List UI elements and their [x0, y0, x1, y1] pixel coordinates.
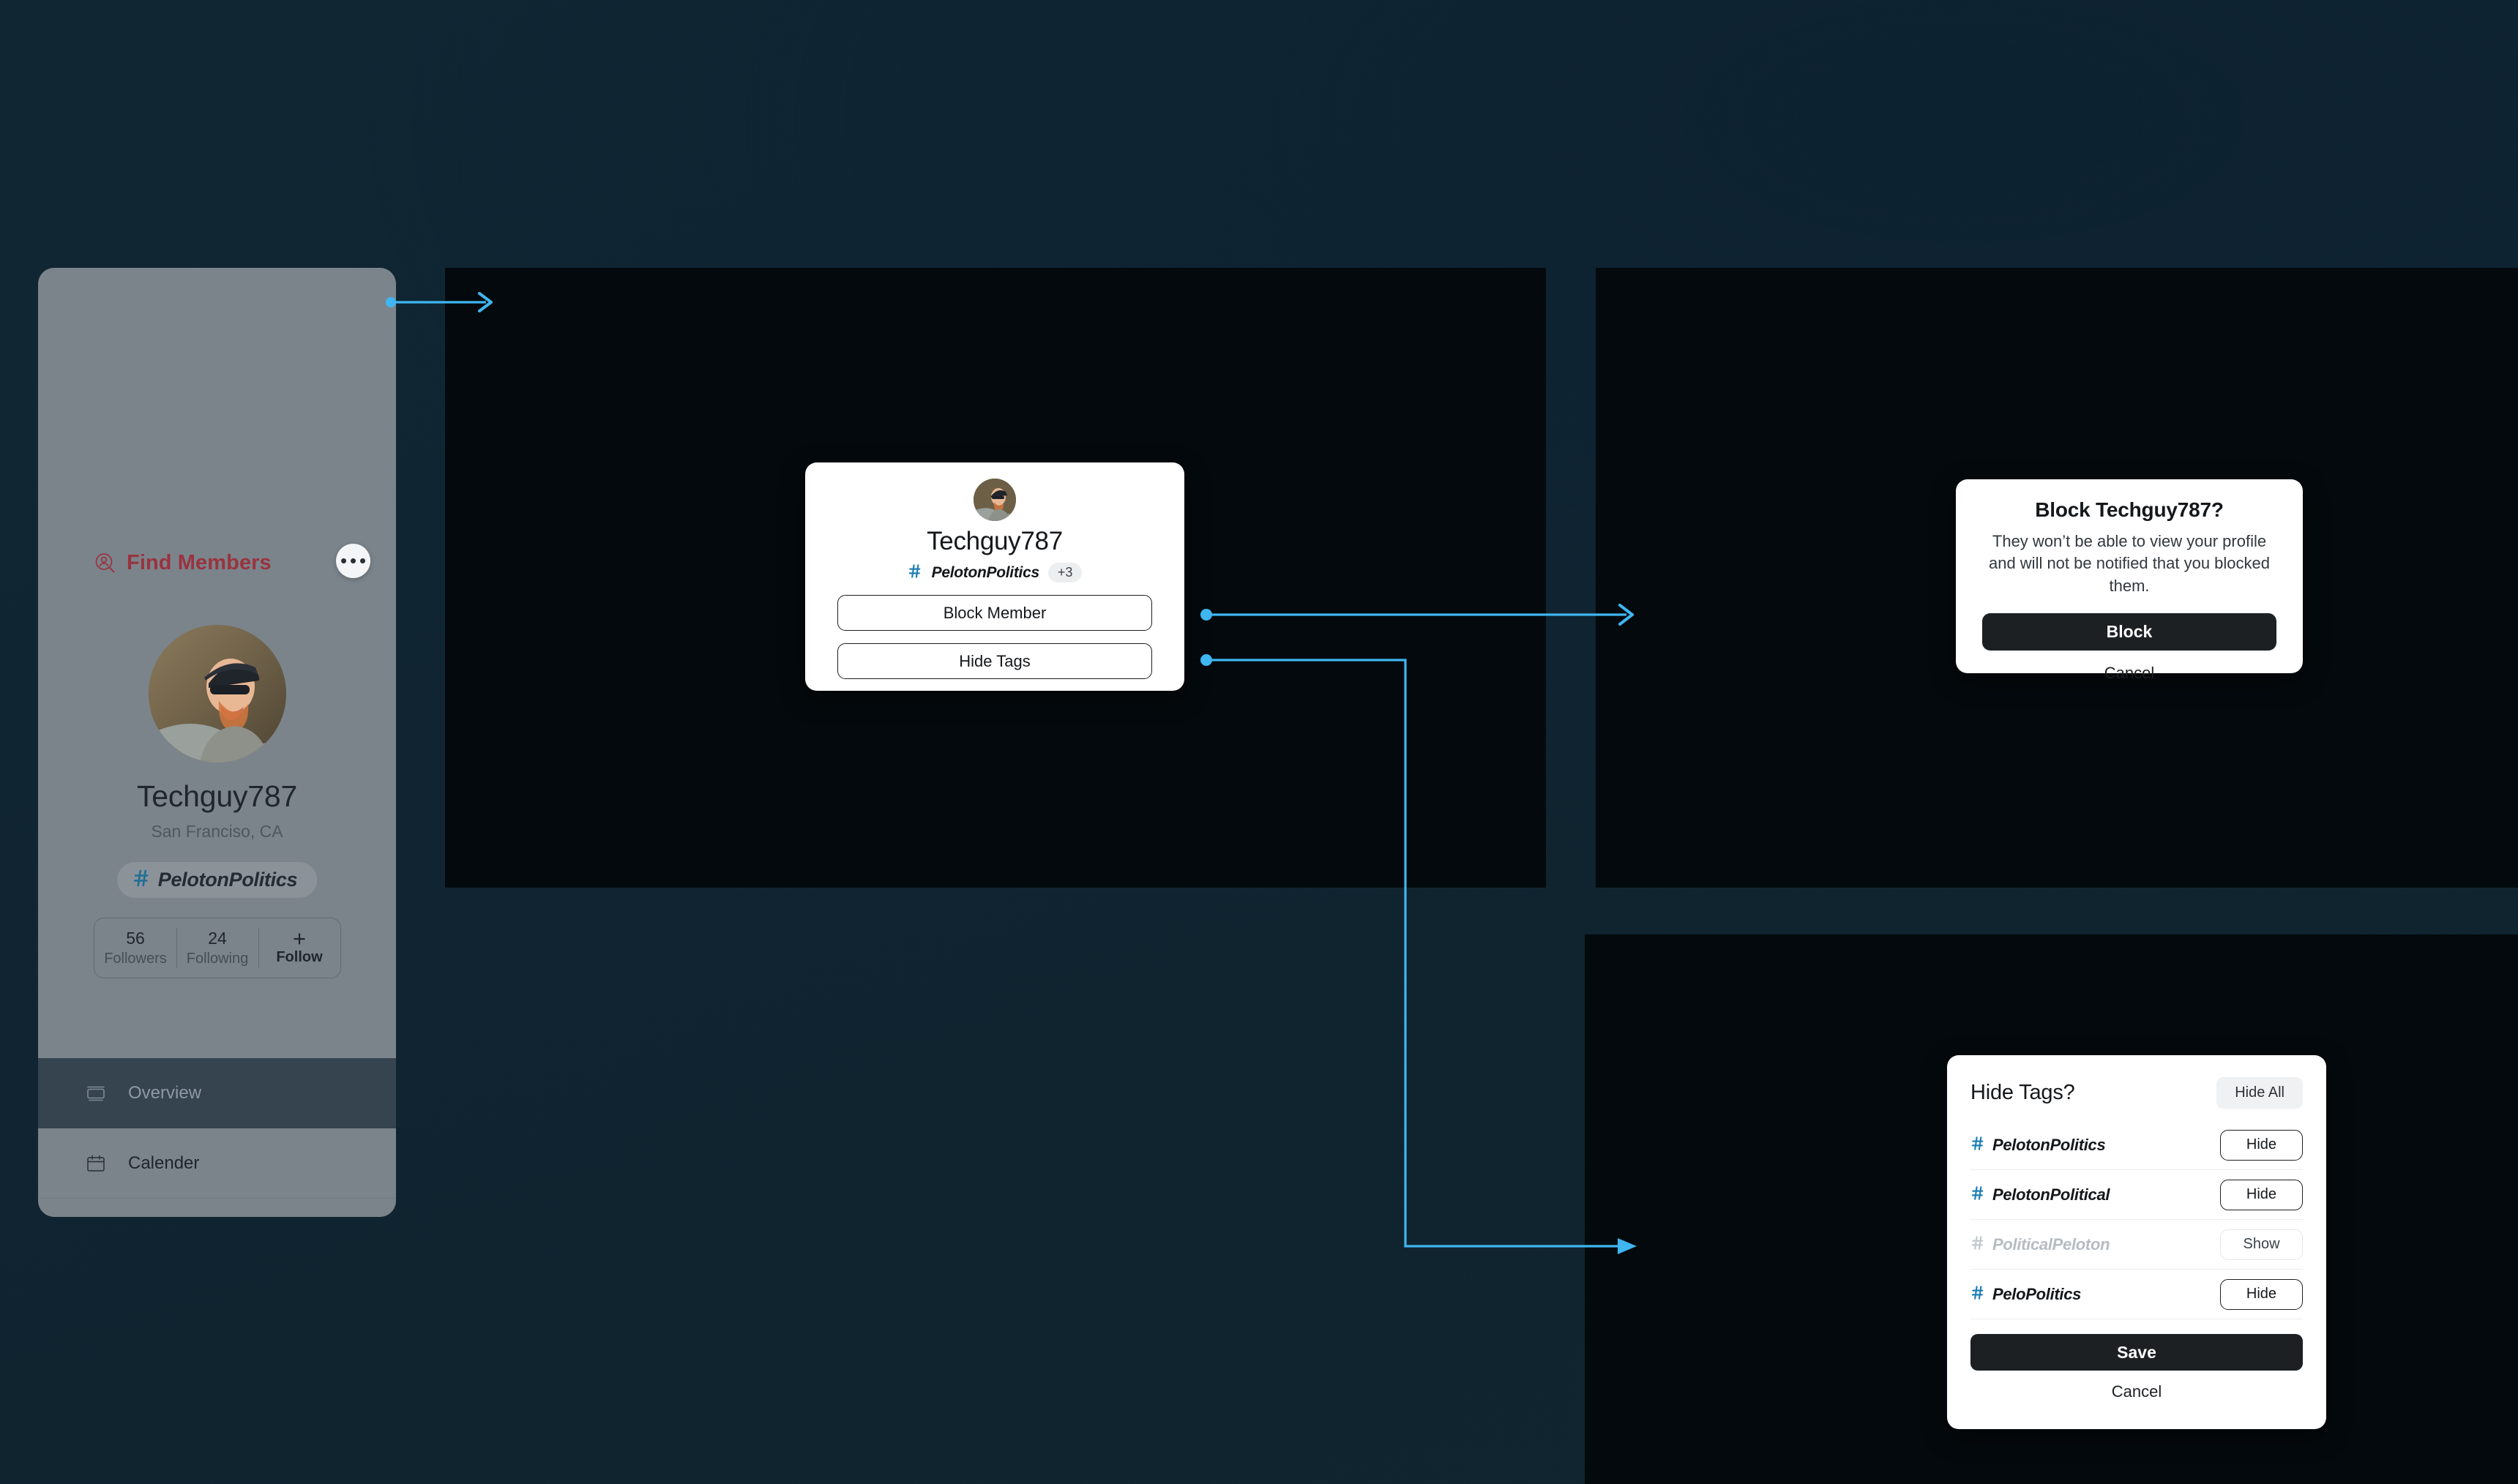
tag-toggle-button[interactable]: Show: [2220, 1229, 2303, 1260]
member-action-popover: Techguy787 PelotonPolitics +3 Block Memb…: [805, 462, 1184, 691]
tag-toggle-button[interactable]: Hide: [2220, 1129, 2303, 1161]
find-members-icon: [94, 552, 117, 575]
stat-following[interactable]: 24 Following: [176, 918, 258, 978]
table-row: PelotonPolitics Hide: [1970, 1120, 2303, 1170]
more-options-button[interactable]: [336, 544, 370, 578]
popover-tag-label: PelotonPolitics: [931, 563, 1039, 581]
hide-tags-dialog: Hide Tags? Hide All PelotonPolitics Hide…: [1947, 1055, 2326, 1429]
followers-count: 56: [126, 929, 145, 948]
hashtag-icon: [908, 563, 923, 582]
find-members-link[interactable]: Find Members: [94, 551, 272, 575]
tag-label: PeloPolitics: [1992, 1284, 2082, 1303]
sidebar-item-calender[interactable]: Calender: [38, 1128, 396, 1199]
hashtag-icon: [1970, 1235, 1986, 1254]
tag-toggle-button[interactable]: Hide: [2220, 1179, 2303, 1210]
sidebar-item-overview[interactable]: Overview: [38, 1058, 396, 1128]
follow-button[interactable]: + Follow: [258, 918, 340, 978]
popover-tag-row: PelotonPolitics +3: [837, 563, 1152, 582]
table-row: PoliticalPeloton Show: [1970, 1220, 2303, 1270]
profile-tag-label: PelotonPolitics: [157, 869, 298, 891]
cancel-button[interactable]: Cancel: [1970, 1382, 2303, 1401]
following-label: Following: [186, 951, 249, 967]
hashtag-icon: [132, 869, 152, 891]
profile-sidebar: Find Members Techguy787 San Franciso, CA…: [38, 268, 396, 1217]
popover-username: Techguy787: [927, 527, 1063, 555]
tag-cell: PeloPolitics: [1970, 1285, 2081, 1304]
sidebar-item-label: Overview: [128, 1082, 202, 1103]
find-members-label: Find Members: [127, 551, 272, 574]
calendar-icon: [84, 1152, 108, 1175]
sidebar-nav: Overview Calender Workout: [38, 1058, 396, 1217]
hashtag-icon: [1970, 1285, 1986, 1304]
tag-label: PelotonPolitics: [1992, 1135, 2106, 1154]
avatar: [974, 479, 1016, 521]
block-member-button[interactable]: Block Member: [837, 595, 1152, 631]
profile-stats: 56 Followers 24 Following + Follow: [94, 918, 341, 978]
sidebar-profile-header: Find Members Techguy787 San Franciso, CA…: [38, 268, 396, 978]
tag-label: PoliticalPeloton: [1992, 1234, 2110, 1253]
tag-toggle-button[interactable]: Hide: [2220, 1278, 2303, 1310]
hide-tags-button[interactable]: Hide Tags: [837, 643, 1152, 679]
sidebar-item-workout-history[interactable]: Workout History: [38, 1199, 396, 1217]
followers-label: Followers: [104, 951, 167, 967]
overview-icon: [84, 1082, 108, 1105]
kebab-dot: [360, 558, 365, 563]
block-confirm-button[interactable]: Block: [1982, 613, 2276, 651]
tag-cell: PelotonPolitical: [1970, 1185, 2110, 1204]
stat-followers[interactable]: 56 Followers: [94, 918, 176, 978]
hide-tags-header: Hide Tags? Hide All: [1970, 1077, 2303, 1109]
block-cancel-button[interactable]: Cancel: [1982, 664, 2276, 683]
block-confirmation-dialog: Block Techguy787? They won’t be able to …: [1956, 479, 2303, 682]
table-row: PeloPolitics Hide: [1970, 1270, 2303, 1319]
table-row: PelotonPolitical Hide: [1970, 1170, 2303, 1220]
tag-overflow-badge[interactable]: +3: [1047, 563, 1083, 582]
sidebar-item-label: Calender: [128, 1153, 200, 1173]
hashtag-icon: [1970, 1136, 1986, 1155]
tag-label: PelotonPolitical: [1992, 1185, 2110, 1204]
kebab-dot: [341, 558, 346, 563]
profile-username: Techguy787: [136, 779, 298, 813]
block-dialog-body: They won’t be able to view your profile …: [1988, 532, 2271, 595]
kebab-dot: [351, 558, 356, 563]
save-button[interactable]: Save: [1970, 1334, 2303, 1371]
follow-label: Follow: [276, 948, 323, 965]
hide-tags-title: Hide Tags?: [1970, 1081, 2075, 1104]
tag-cell: PoliticalPeloton: [1970, 1235, 2110, 1254]
hide-all-button[interactable]: Hide All: [2216, 1077, 2303, 1109]
plus-icon: +: [292, 925, 307, 951]
profile-location: San Franciso, CA: [151, 822, 283, 841]
profile-tag-pill[interactable]: PelotonPolitics: [116, 862, 318, 898]
tag-cell: PelotonPolitics: [1970, 1135, 2106, 1155]
avatar: [148, 625, 286, 762]
following-count: 24: [208, 929, 227, 948]
block-dialog-title: Block Techguy787?: [2035, 498, 2224, 521]
hashtag-icon: [1970, 1185, 1986, 1204]
